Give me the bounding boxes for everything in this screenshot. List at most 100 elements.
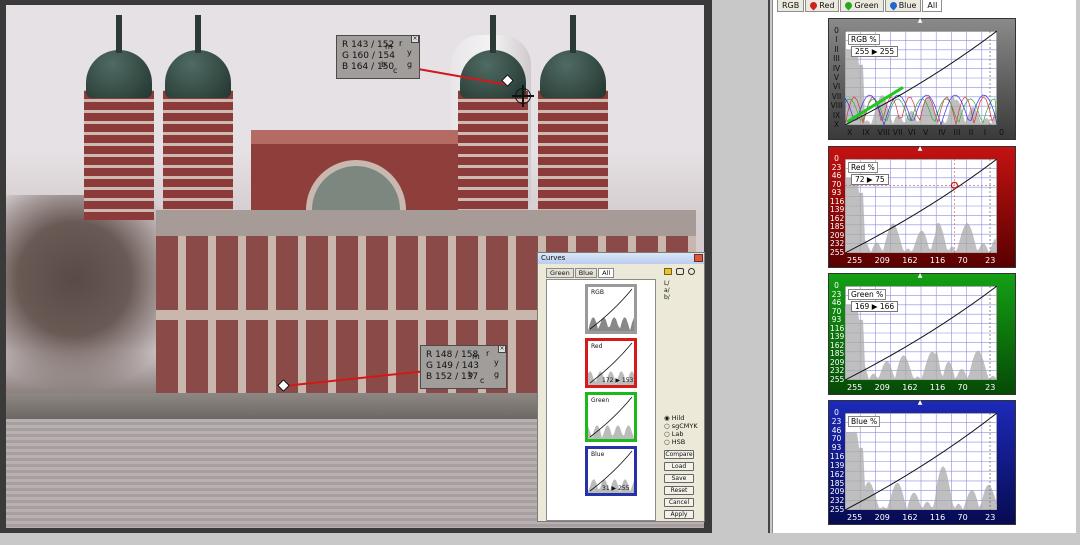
y-tick-label: 46 bbox=[831, 171, 842, 181]
tab-green[interactable]: Green bbox=[546, 268, 574, 278]
y-tick-label: 46 bbox=[831, 298, 842, 308]
tab-red[interactable]: Red bbox=[805, 0, 840, 12]
curves-window-controls: L/ a/ b/ ◉ Hild ○ sgCMYK ○ Lab ○ HSB Com… bbox=[664, 268, 702, 519]
color-wheel-icon: m r y b g c bbox=[381, 39, 413, 75]
collapse-handle-icon[interactable]: ▲ bbox=[915, 146, 925, 152]
y-tick-label: II bbox=[834, 44, 839, 54]
mode-lab[interactable]: ○ Lab bbox=[664, 430, 702, 438]
mode-sgcmyk[interactable]: ○ sgCMYK bbox=[664, 422, 702, 430]
mini-curve-red[interactable]: Red 172 ▶ 153 bbox=[585, 338, 637, 388]
green-drop-icon bbox=[844, 0, 854, 11]
mini-curve-blue[interactable]: Blue 31 ▶ 255 bbox=[585, 446, 637, 496]
tower-2 bbox=[163, 15, 233, 220]
mini-curve-label: Green bbox=[591, 397, 610, 404]
y-tick-label: 255 bbox=[830, 505, 845, 514]
y-tick-label: 232 bbox=[830, 496, 845, 506]
curves-window[interactable]: Curves Green Blue All RGB Red 172 ▶ 153 … bbox=[537, 252, 705, 522]
lab-readout: L/ a/ b/ bbox=[664, 280, 670, 301]
x-tick-label: X bbox=[847, 128, 853, 137]
channel-tabs: RGB Red Green Blue All bbox=[777, 0, 943, 12]
y-tick-label: IX bbox=[832, 110, 841, 120]
curve-point-readout: 255 ▶ 255 bbox=[851, 46, 899, 57]
tab-blue[interactable]: Blue bbox=[884, 0, 922, 12]
curves-window-title[interactable]: Curves bbox=[538, 253, 704, 264]
tab-all[interactable]: All bbox=[922, 0, 943, 12]
mini-curve-value: 31 ▶ 255 bbox=[602, 485, 630, 492]
curves-window-panel: RGB Red 172 ▶ 153 Green Blue 31 ▶ 255 bbox=[546, 279, 656, 521]
curve-label: Blue % bbox=[848, 416, 881, 427]
x-tick-label: V bbox=[923, 128, 929, 137]
mini-curve-rgb[interactable]: RGB bbox=[585, 284, 637, 334]
x-tick-label: 209 bbox=[874, 383, 890, 392]
tab-all[interactable]: All bbox=[598, 268, 615, 278]
compare-button[interactable]: Compare bbox=[664, 450, 694, 459]
options-icon[interactable] bbox=[688, 268, 696, 275]
x-tick-label: 162 bbox=[902, 256, 918, 265]
x-tick-label: 0 bbox=[999, 128, 1005, 137]
curve-card-green: ▲ 0 23 46 70 93 116 139 162 185 209 232 255 255 209 162… bbox=[828, 273, 1016, 395]
y-tick-label: VII bbox=[831, 91, 842, 101]
x-tick-label: 116 bbox=[929, 513, 946, 522]
y-tick-label: 70 bbox=[831, 434, 842, 444]
x-tick-label: 23 bbox=[985, 513, 996, 522]
mini-curve-value: 172 ▶ 153 bbox=[602, 377, 634, 384]
curves-panel: RGB Red Green Blue All ▲ 0 I II III IV V VI VII V… bbox=[772, 0, 1076, 533]
tower-3 bbox=[458, 15, 528, 220]
panel-divider[interactable] bbox=[768, 0, 770, 533]
image-canvas-frame: × R 143 / 152 G 160 / 154 B 164 / 150 m … bbox=[0, 0, 712, 533]
collapse-handle-icon[interactable]: ▲ bbox=[915, 18, 925, 24]
y-tick-label: 0 bbox=[834, 281, 839, 290]
y-tick-label: 46 bbox=[831, 425, 842, 435]
y-tick-label: 116 bbox=[830, 452, 845, 462]
tab-green[interactable]: Green bbox=[840, 0, 884, 12]
x-tick-label: 162 bbox=[902, 513, 918, 522]
x-tick-label: II bbox=[968, 128, 974, 137]
y-tick-label: 93 bbox=[831, 188, 842, 198]
blue-drop-icon bbox=[888, 0, 899, 11]
x-tick-label: IV bbox=[938, 128, 947, 137]
collapse-handle-icon[interactable]: ▲ bbox=[915, 273, 925, 279]
tab-rgb[interactable]: RGB bbox=[777, 0, 805, 12]
apply-button[interactable]: Apply bbox=[664, 510, 694, 519]
folder-icon[interactable] bbox=[664, 268, 672, 275]
y-tick-label: 255 bbox=[830, 248, 845, 257]
roof-band bbox=[156, 210, 696, 236]
reset-button[interactable]: Reset bbox=[664, 486, 694, 495]
red-drop-icon bbox=[808, 0, 819, 11]
mini-curve-label: RGB bbox=[591, 289, 604, 296]
tower-4 bbox=[538, 15, 608, 220]
curve-label: Green % bbox=[848, 289, 887, 300]
trees bbox=[6, 195, 176, 405]
y-tick-label: III bbox=[833, 54, 840, 64]
mini-curve-label: Blue bbox=[591, 451, 605, 458]
curve-card-rgb: ▲ 0 I II III IV V VI VII VIII IX X X IX VIII VII VI V IV II… bbox=[828, 18, 1016, 140]
load-button[interactable]: Load bbox=[664, 462, 694, 471]
x-tick-label: 116 bbox=[929, 256, 946, 265]
color-sampler-1[interactable]: × R 143 / 152 G 160 / 154 B 164 / 150 m … bbox=[336, 35, 420, 79]
mode-hsb[interactable]: ○ HSB bbox=[664, 438, 702, 446]
x-tick-label: 209 bbox=[874, 256, 890, 265]
x-tick-label: III bbox=[953, 128, 961, 137]
eyedropper-icon[interactable] bbox=[676, 268, 685, 275]
y-tick-label: X bbox=[833, 120, 840, 129]
y-tick-label: 0 bbox=[834, 408, 839, 417]
y-tick-label: VI bbox=[832, 82, 841, 92]
tab-blue[interactable]: Blue bbox=[574, 268, 598, 278]
x-tick-label: 255 bbox=[847, 513, 863, 522]
collapse-handle-icon[interactable]: ▲ bbox=[915, 400, 925, 406]
save-button[interactable]: Save bbox=[664, 474, 694, 483]
mini-curve-green[interactable]: Green bbox=[585, 392, 637, 442]
color-wheel-icon: m r y b g c bbox=[468, 349, 500, 385]
mode-hild[interactable]: ◉ Hild bbox=[664, 414, 702, 422]
y-tick-label: 0 bbox=[834, 26, 839, 35]
close-icon[interactable] bbox=[694, 254, 703, 262]
y-tick-label: 139 bbox=[830, 460, 845, 470]
y-tick-label: 93 bbox=[831, 443, 842, 453]
x-tick-label: 70 bbox=[957, 513, 968, 522]
cancel-button[interactable]: Cancel bbox=[664, 498, 694, 507]
y-tick-label: I bbox=[835, 35, 838, 45]
color-sampler-2[interactable]: × R 148 / 158 G 149 / 143 B 152 / 137 m … bbox=[420, 345, 507, 389]
curve-plot-blue[interactable] bbox=[845, 413, 997, 510]
x-tick-label: I bbox=[983, 128, 987, 137]
x-tick-label: VII bbox=[892, 128, 903, 137]
